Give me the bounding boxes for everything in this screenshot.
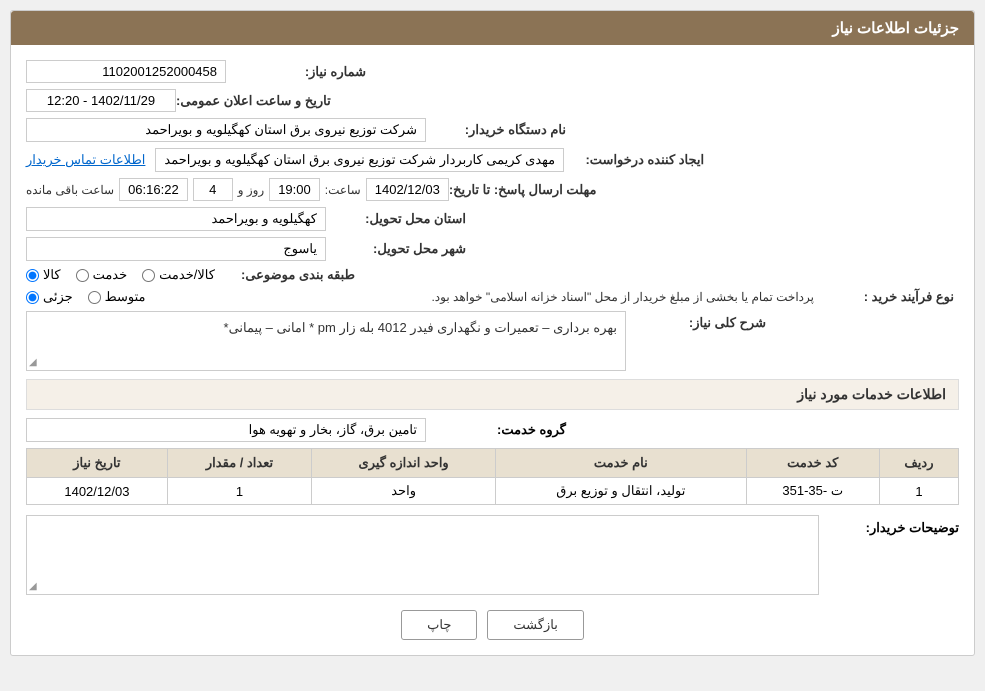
description-box: بهره برداری – تعمیرات و نگهداری فیدر 401… [26,311,626,371]
purchase-type-row: نوع فرآیند خرید : پرداخت تمام یا بخشی از… [26,289,959,305]
col-row-num: ردیف [879,449,958,478]
purchase-type-note: پرداخت تمام یا بخشی از مبلغ خریدار از مح… [151,290,814,304]
service-group-label: گروه خدمت: [426,422,566,438]
description-value: بهره برداری – تعمیرات و نگهداری فیدر 401… [224,320,617,335]
city-label: شهر محل تحویل: [326,241,466,257]
buttons-row: بازگشت چاپ [26,610,959,640]
purchase-type-motavaset-label: متوسط [105,289,146,305]
deadline-days-label: روز و [238,183,265,197]
page-wrapper: جزئیات اطلاعات نیاز شماره نیاز: 11020012… [0,0,985,691]
announce-label: تاریخ و ساعت اعلان عمومی: [176,93,331,109]
deadline-row: مهلت ارسال پاسخ: تا تاریخ: 1402/12/03 سا… [26,178,959,201]
service-group-row: گروه خدمت: تامین برق، گاز، بخار و تهویه … [26,418,959,442]
purchase-type-radio-group: متوسط جزئی [26,289,146,305]
services-section-title: اطلاعات خدمات مورد نیاز [797,386,946,402]
buyer-name-row: نام دستگاه خریدار: شرکت توزیع نیروی برق … [26,118,959,142]
cell-quantity: 1 [167,478,311,505]
requester-label: ایجاد کننده درخواست: [564,152,704,168]
buyer-desc-resize-icon: ◢ [29,581,37,592]
main-card: جزئیات اطلاعات نیاز شماره نیاز: 11020012… [10,10,975,656]
category-radio-group: کالا/خدمت خدمت کالا [26,267,215,283]
deadline-time-label: ساعت: [325,183,361,197]
cell-service-code: ت -35-351 [746,478,879,505]
province-label: استان محل تحویل: [326,211,466,227]
description-row: شرح کلی نیاز: بهره برداری – تعمیرات و نگ… [26,311,959,371]
table-row: 1 ت -35-351 تولید، انتقال و توزیع برق وا… [27,478,959,505]
buyer-desc-section: توضیحات خریدار: ◢ [26,515,959,595]
deadline-time: 19:00 [269,178,320,201]
category-radio-khedmat[interactable] [76,269,89,282]
category-option-khedmat: خدمت [76,267,128,283]
deadline-remaining-label: ساعت باقی مانده [26,183,114,197]
deadline-date: 1402/12/03 [366,178,449,201]
purchase-type-label: نوع فرآیند خرید : [814,289,954,305]
category-radio-kala-khedmat[interactable] [142,269,155,282]
deadline-parts: 1402/12/03 ساعت: 19:00 روز و 4 06:16:22 … [26,178,449,201]
col-service-name: نام خدمت [496,449,747,478]
purchase-type-jozei-label: جزئی [43,289,73,305]
print-button[interactable]: چاپ [401,610,477,640]
page-title: جزئیات اطلاعات نیاز [833,20,960,37]
purchase-type-radio-motavaset[interactable] [88,291,101,304]
category-kala-khedmat-label: کالا/خدمت [159,267,215,283]
request-number-value: 1102001252000458 [26,60,226,83]
purchase-type-option-motavaset: متوسط [88,289,146,305]
cell-service-name: تولید، انتقال و توزیع برق [496,478,747,505]
request-number-row: شماره نیاز: 1102001252000458 [26,60,959,83]
category-kala-label: کالا [43,267,61,283]
col-date: تاریخ نیاز [27,449,168,478]
cell-row-num: 1 [879,478,958,505]
service-group-value: تامین برق، گاز، بخار و تهویه هوا [26,418,426,442]
city-value: یاسوج [26,237,326,261]
category-radio-kala[interactable] [26,269,39,282]
category-option-kala: کالا [26,267,61,283]
province-value: کهگیلویه و بویراحمد [26,207,326,231]
province-row: استان محل تحویل: کهگیلویه و بویراحمد [26,207,959,231]
buyer-name-label: نام دستگاه خریدار: [426,122,566,138]
requester-row: ایجاد کننده درخواست: مهدی کریمی کاربردار… [26,148,959,172]
buyer-desc-box: ◢ [26,515,819,595]
buyer-desc-label: توضیحات خریدار: [819,515,959,536]
purchase-type-radio-jozei[interactable] [26,291,39,304]
card-body: شماره نیاز: 1102001252000458 تاریخ و ساع… [11,45,974,655]
col-service-code: کد خدمت [746,449,879,478]
category-row: طبقه بندی موضوعی: کالا/خدمت خدمت کالا [26,267,959,283]
cell-unit: واحد [312,478,496,505]
category-option-kala-khedmat: کالا/خدمت [142,267,215,283]
deadline-days: 4 [193,178,233,201]
announce-value: 1402/11/29 - 12:20 [26,89,176,112]
deadline-label: مهلت ارسال پاسخ: تا تاریخ: [449,182,597,198]
cell-date: 1402/12/03 [27,478,168,505]
col-quantity: تعداد / مقدار [167,449,311,478]
buyer-name-value: شرکت توزیع نیروی برق استان کهگیلویه و بو… [26,118,426,142]
back-button[interactable]: بازگشت [487,610,583,640]
city-row: شهر محل تحویل: یاسوج [26,237,959,261]
request-number-label: شماره نیاز: [226,64,366,80]
services-section-header: اطلاعات خدمات مورد نیاز [26,379,959,410]
category-khedmat-label: خدمت [93,267,128,283]
table-body: 1 ت -35-351 تولید، انتقال و توزیع برق وا… [27,478,959,505]
col-unit: واحد اندازه گیری [312,449,496,478]
requester-value: مهدی کریمی کاربردار شرکت توزیع نیروی برق… [155,148,564,172]
contact-link[interactable]: اطلاعات تماس خریدار [26,152,145,168]
services-table: ردیف کد خدمت نام خدمت واحد اندازه گیری ت… [26,448,959,505]
announce-row: تاریخ و ساعت اعلان عمومی: 1402/11/29 - 1… [26,89,959,112]
table-header-row: ردیف کد خدمت نام خدمت واحد اندازه گیری ت… [27,449,959,478]
category-label: طبقه بندی موضوعی: [215,267,355,283]
description-label: شرح کلی نیاز: [626,311,766,331]
purchase-type-option-jozei: جزئی [26,289,73,305]
deadline-remaining: 06:16:22 [119,178,188,201]
card-header: جزئیات اطلاعات نیاز [11,11,974,45]
resize-icon: ◢ [29,357,37,368]
